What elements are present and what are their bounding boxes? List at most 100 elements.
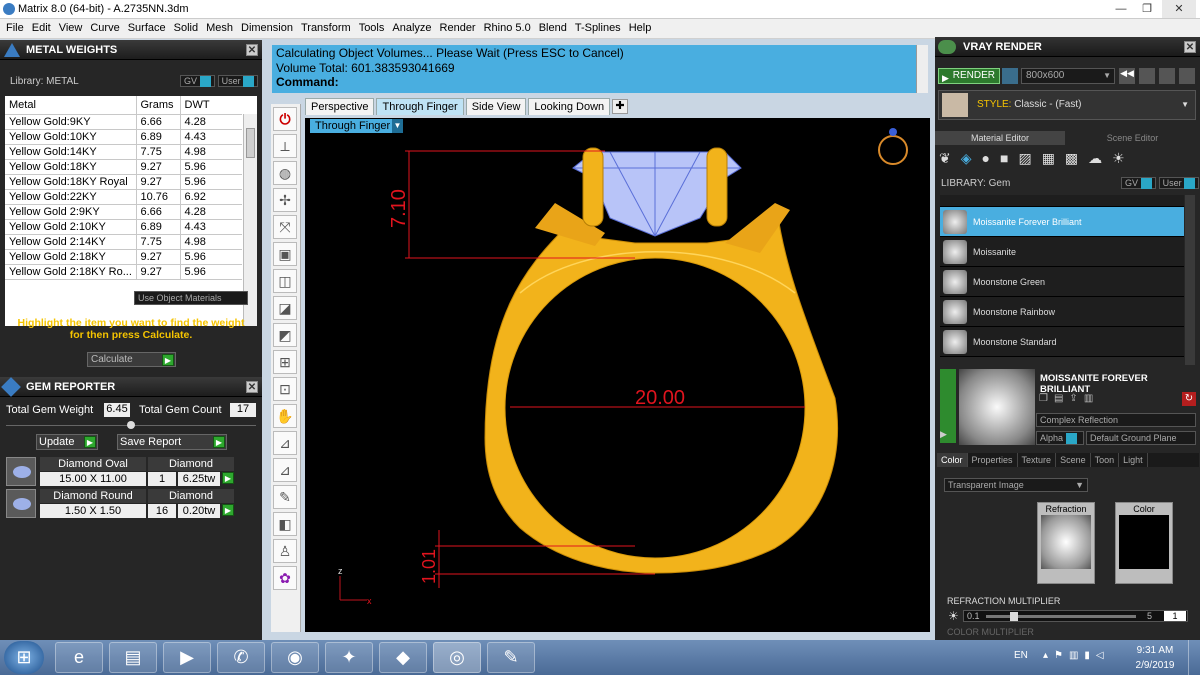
- chrome-icon[interactable]: ◉: [271, 642, 319, 673]
- menu-item[interactable]: Render: [436, 19, 480, 34]
- reflection-select[interactable]: Complex Reflection: [1036, 413, 1196, 427]
- camera-icon[interactable]: [1002, 68, 1018, 84]
- material-list-item[interactable]: Moonstone Standard: [940, 327, 1184, 357]
- viewport[interactable]: Through Finger ▼ 20.00 7.10 1.01 z x: [305, 118, 930, 632]
- texture-icon[interactable]: ▩: [1065, 150, 1088, 166]
- close-panel-icon[interactable]: ✕: [246, 381, 258, 393]
- axis-icon[interactable]: ⟂: [273, 134, 297, 158]
- menu-item[interactable]: Blend: [535, 19, 571, 34]
- refresh-icon[interactable]: ↻: [1182, 392, 1196, 406]
- table-row[interactable]: Yellow Gold:22KY 10.76 6.92: [5, 189, 242, 205]
- show-desktop-button[interactable]: [1188, 640, 1200, 675]
- column-header[interactable]: Grams: [135, 96, 180, 115]
- menu-item[interactable]: File: [2, 19, 28, 34]
- restore-icon[interactable]: ❐: [1134, 0, 1160, 18]
- menu-item[interactable]: Help: [625, 19, 656, 34]
- menu-item[interactable]: Mesh: [202, 19, 237, 34]
- refraction-swatch[interactable]: Refraction: [1037, 502, 1095, 584]
- square-icon[interactable]: ■: [1000, 150, 1018, 166]
- menu-item[interactable]: Solid: [170, 19, 202, 34]
- gem-row[interactable]: Diamond Round Diamond 1.50 X 1.50 16 0.20tw ▶: [6, 489, 256, 519]
- table-row[interactable]: Yellow Gold 2:9KY 6.66 4.28: [5, 204, 242, 220]
- zoom-extents-icon[interactable]: ⊞: [273, 350, 297, 374]
- menu-item[interactable]: Curve: [86, 19, 123, 34]
- box-front-icon[interactable]: ▣: [273, 242, 297, 266]
- gv-button[interactable]: GV: [1121, 177, 1156, 190]
- table-row[interactable]: Yellow Gold:18KY 9.27 5.96: [5, 159, 242, 175]
- calculate-button[interactable]: Calculate ▶: [87, 352, 176, 367]
- color-swatch[interactable]: Color: [1115, 502, 1173, 584]
- tray-icons[interactable]: ▴⚑▥▮◁: [1043, 650, 1110, 661]
- close-icon[interactable]: ✕: [1162, 0, 1196, 18]
- column-header[interactable]: Metal: [5, 96, 136, 115]
- table-row[interactable]: Yellow Gold 2:10KY 6.89 4.43: [5, 219, 242, 235]
- resolution-select[interactable]: 800x600 ▼: [1021, 68, 1115, 84]
- menu-item[interactable]: Rhino 5.0: [480, 19, 535, 34]
- command-area[interactable]: Calculating Object Volumes... Please Wai…: [272, 45, 928, 93]
- ie-icon[interactable]: e: [55, 642, 103, 673]
- table-row[interactable]: Yellow Gold:9KY 6.66 4.28: [5, 114, 242, 130]
- expand-icon[interactable]: ▥: [1084, 393, 1099, 404]
- transparent-image-select[interactable]: Transparent Image ▼: [944, 478, 1088, 492]
- use-object-materials-button[interactable]: Use Object Materials: [134, 291, 248, 305]
- sphere-icon[interactable]: ●: [982, 150, 1000, 166]
- minimize-icon[interactable]: —: [1108, 0, 1134, 18]
- style-select[interactable]: STYLE: Classic - (Fast) ▼: [938, 90, 1196, 120]
- snap-icon[interactable]: ⊿: [273, 458, 297, 482]
- grid-icon[interactable]: ✢: [273, 188, 297, 212]
- update-button[interactable]: Update ▶: [36, 434, 98, 450]
- material-list-scrollbar[interactable]: [1185, 195, 1195, 365]
- gv-button[interactable]: GV: [180, 75, 215, 88]
- box-perspective-icon[interactable]: ◩: [273, 323, 297, 347]
- menu-item[interactable]: Dimension: [237, 19, 297, 34]
- pattern-icon[interactable]: ▦: [1042, 150, 1065, 166]
- tab-perspective[interactable]: Perspective: [305, 98, 375, 115]
- snap-off-icon[interactable]: ⊿: [273, 431, 297, 455]
- play-icon[interactable]: ▶: [940, 429, 954, 443]
- menu-item[interactable]: Tools: [355, 19, 389, 34]
- tab-texture[interactable]: Texture: [1018, 453, 1057, 467]
- grid-icon[interactable]: [1139, 68, 1155, 84]
- layers-icon[interactable]: [1179, 68, 1195, 84]
- cloud-icon[interactable]: ☁: [1088, 150, 1112, 166]
- tab-properties[interactable]: Properties: [968, 453, 1018, 467]
- menu-item[interactable]: Surface: [124, 19, 170, 34]
- material-list-item[interactable]: Moonstone Rainbow: [940, 297, 1184, 327]
- clock-time[interactable]: 9:31 AM: [1133, 645, 1177, 656]
- tab-through-finger[interactable]: Through Finger: [376, 98, 464, 115]
- user-button[interactable]: User: [1158, 177, 1200, 190]
- table-row[interactable]: Yellow Gold:10KY 6.89 4.43: [5, 129, 242, 145]
- light-icon[interactable]: ☀: [1112, 150, 1135, 166]
- pan-icon[interactable]: ✋: [273, 404, 297, 428]
- menu-item[interactable]: Transform: [297, 19, 355, 34]
- slider-handle[interactable]: [127, 421, 135, 429]
- settings-icon[interactable]: ✿: [273, 566, 297, 590]
- table-row[interactable]: Yellow Gold:18KY Royal 9.27 5.96: [5, 174, 242, 190]
- gem-go-icon[interactable]: ▶: [222, 472, 234, 484]
- notes-icon[interactable]: ◆: [379, 642, 427, 673]
- share-icon[interactable]: ⇪: [1069, 393, 1083, 404]
- table-row[interactable]: Yellow Gold:14KY 7.75 4.98: [5, 144, 242, 160]
- tab-light[interactable]: Light: [1119, 453, 1148, 467]
- close-panel-icon[interactable]: ✕: [246, 44, 258, 56]
- menu-item[interactable]: T-Splines: [571, 19, 625, 34]
- hatch-icon[interactable]: ▨: [1018, 150, 1041, 166]
- slider-handle[interactable]: [1010, 612, 1018, 621]
- render-button[interactable]: ▶ RENDER: [938, 68, 1000, 84]
- tab-looking-down[interactable]: Looking Down: [528, 98, 611, 115]
- globe-icon[interactable]: ◍: [273, 161, 297, 185]
- game-icon[interactable]: ✦: [325, 642, 373, 673]
- menu-item[interactable]: Edit: [28, 19, 55, 34]
- close-panel-icon[interactable]: ✕: [1184, 41, 1196, 53]
- zoom-window-icon[interactable]: ⊡: [273, 377, 297, 401]
- drop-icon[interactable]: ❦: [939, 150, 961, 166]
- matrix-app-icon[interactable]: ◎: [433, 642, 481, 673]
- hide-icon[interactable]: ◧: [273, 512, 297, 536]
- clock-date[interactable]: 2/9/2019: [1133, 660, 1177, 671]
- rewind-icon[interactable]: ◀◀: [1119, 68, 1135, 84]
- gem-type-icon[interactable]: ◈: [961, 150, 982, 166]
- copy-icon[interactable]: ❐: [1039, 393, 1054, 404]
- menu-item[interactable]: View: [55, 19, 87, 34]
- box-top-icon[interactable]: ◫: [273, 269, 297, 293]
- save-icon[interactable]: ▤: [1054, 393, 1069, 404]
